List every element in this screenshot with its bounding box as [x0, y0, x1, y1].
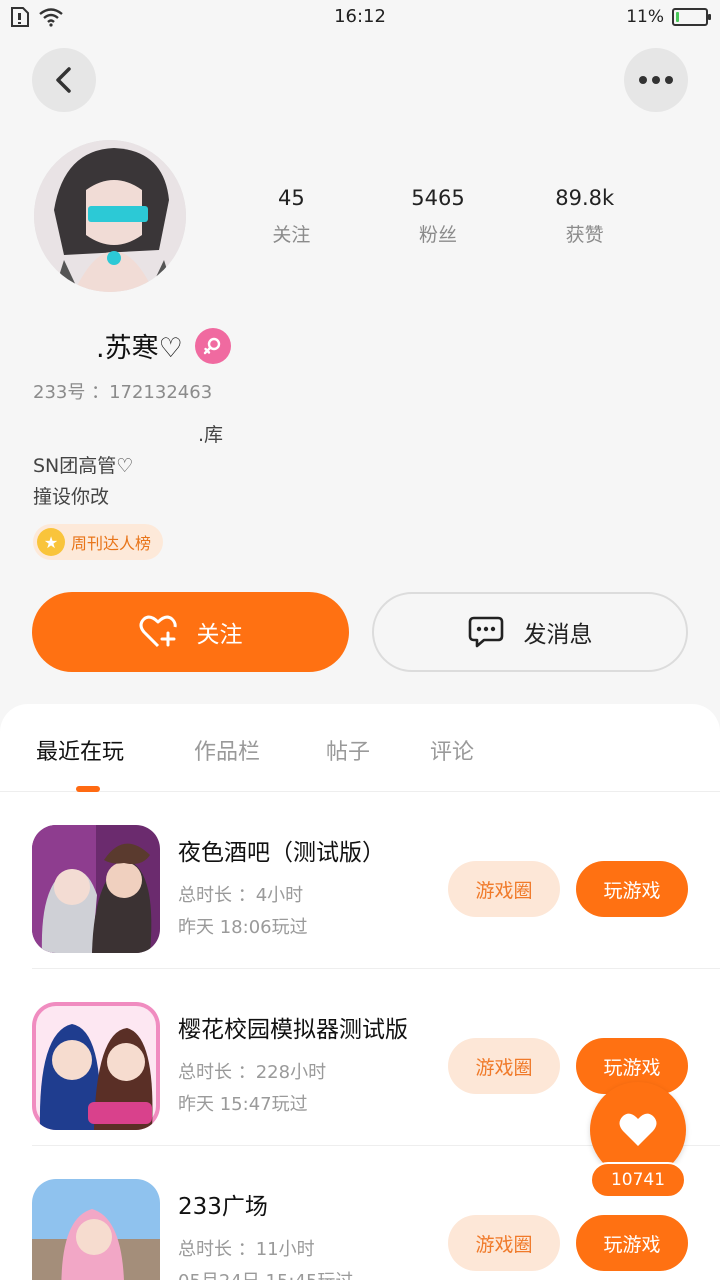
- stat-following[interactable]: 45 关注: [218, 186, 365, 247]
- game-circle-button[interactable]: 游戏圈: [448, 1215, 560, 1271]
- message-label: 发消息: [523, 622, 593, 648]
- badge-label: 周刊达人榜: [71, 534, 152, 553]
- game-title: 樱花校园模拟器测试版: [178, 1017, 408, 1043]
- heart-icon: [619, 1113, 657, 1146]
- stat-fans[interactable]: 5465 粉丝: [365, 186, 512, 247]
- tab-works[interactable]: 作品栏: [194, 734, 260, 766]
- game-duration: 总时长 ：228小时: [178, 1062, 327, 1083]
- game-last-played: 05月24日 15:45玩过: [178, 1267, 353, 1280]
- username-row: .苏寒♡: [96, 326, 231, 365]
- tab-bar: 最近在玩 作品栏 帖子 评论: [0, 704, 720, 792]
- bio-line: SN团高管♡: [33, 455, 134, 477]
- battery-percent: 11%: [626, 7, 664, 27]
- back-button[interactable]: [32, 48, 96, 112]
- like-count: 10741: [590, 1162, 686, 1198]
- bio-line: .库: [198, 424, 224, 446]
- game-duration: 总时长 ：4小时: [178, 885, 304, 906]
- heart-plus-icon: [139, 615, 177, 648]
- game-title: 233广场: [178, 1194, 268, 1220]
- stat-value: 5465: [411, 186, 465, 210]
- play-game-button[interactable]: 玩游戏: [576, 1215, 688, 1271]
- username: .苏寒♡: [96, 333, 183, 364]
- game-circle-button[interactable]: 游戏圈: [448, 861, 560, 917]
- tab-indicator: [76, 786, 100, 792]
- more-button[interactable]: [624, 48, 688, 112]
- status-time: 16:12: [334, 6, 386, 27]
- female-icon: [194, 327, 231, 364]
- game-icon[interactable]: [32, 1002, 160, 1130]
- stat-label: 粉丝: [419, 224, 458, 246]
- avatar-image: [34, 140, 186, 292]
- user-id: 233号 ：172132463: [33, 382, 213, 403]
- tab-recent-play[interactable]: 最近在玩: [36, 734, 124, 766]
- more-dots-icon: [639, 76, 673, 84]
- game-row[interactable]: 夜色酒吧（测试版） 总时长 ：4小时 昨天 18:06玩过 游戏圈 玩游戏: [0, 793, 720, 969]
- battery-icon: [672, 8, 711, 26]
- stat-likes[interactable]: 89.8k 获赞: [511, 186, 658, 247]
- game-last-played: 昨天 15:47玩过: [178, 1094, 308, 1115]
- status-bar: 16:12 11%: [0, 0, 720, 36]
- follow-button[interactable]: 关注: [32, 592, 349, 672]
- stat-value: 89.8k: [555, 186, 615, 210]
- game-icon[interactable]: [32, 1179, 160, 1280]
- back-arrow-icon: [56, 67, 71, 93]
- battery-level: [676, 12, 679, 22]
- message-button[interactable]: 发消息: [372, 592, 688, 672]
- star-medal-icon: ★: [37, 528, 65, 556]
- play-game-button[interactable]: 玩游戏: [576, 861, 688, 917]
- stat-value: 45: [277, 186, 305, 210]
- chat-bubble-icon: [468, 616, 503, 648]
- avatar[interactable]: [34, 140, 186, 292]
- game-last-played: 昨天 18:06玩过: [178, 917, 308, 938]
- weekly-ranking-badge[interactable]: ★ 周刊达人榜: [33, 524, 164, 560]
- follow-label: 关注: [196, 622, 243, 648]
- bio-line: 撞设你改: [33, 486, 110, 508]
- profile-stats: 45 关注 5465 粉丝 89.8k 获赞: [218, 186, 658, 247]
- game-title: 夜色酒吧（测试版）: [178, 840, 385, 866]
- stat-label: 关注: [272, 224, 311, 246]
- tab-posts[interactable]: 帖子: [326, 734, 370, 766]
- stat-label: 获赞: [565, 224, 604, 246]
- game-icon[interactable]: [32, 825, 160, 953]
- divider: [32, 968, 720, 969]
- game-duration: 总时长 ：11小时: [178, 1239, 315, 1260]
- game-circle-button[interactable]: 游戏圈: [448, 1038, 560, 1094]
- tab-comments[interactable]: 评论: [430, 734, 474, 766]
